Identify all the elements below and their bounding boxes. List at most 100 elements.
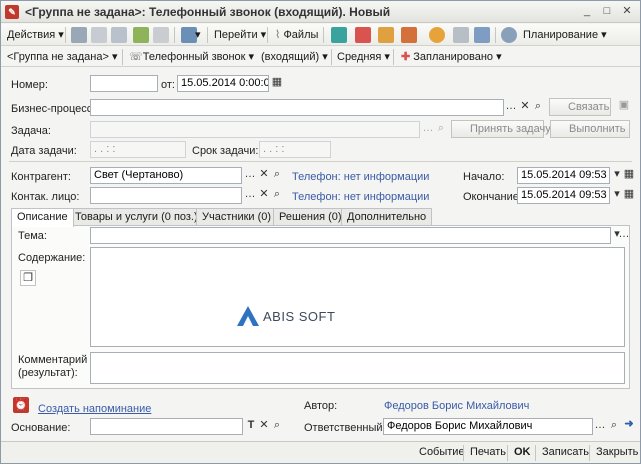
theme-field[interactable] bbox=[90, 227, 611, 244]
ellipsis-icon[interactable]: … bbox=[421, 121, 435, 138]
toolbar-separator bbox=[207, 27, 208, 43]
ellipsis-icon[interactable]: … bbox=[504, 99, 518, 116]
search-icon[interactable]: ⌕ bbox=[270, 167, 284, 184]
save-button[interactable]: Записать bbox=[542, 446, 589, 458]
create-reminder-link[interactable]: Создать напоминание bbox=[38, 403, 151, 415]
copy-icon[interactable] bbox=[91, 27, 107, 43]
accept-task-button[interactable]: Принять задачу bbox=[451, 120, 551, 138]
author-link[interactable]: Федоров Борис Михайлович bbox=[384, 400, 529, 412]
author-label: Автор: bbox=[304, 400, 338, 412]
basis-field[interactable] bbox=[90, 418, 243, 435]
minimize-button[interactable]: _ bbox=[578, 3, 596, 20]
search-icon[interactable]: ⌕ bbox=[270, 187, 284, 204]
search-icon[interactable]: ⌕ bbox=[434, 121, 448, 138]
direction-label: (входящий) bbox=[261, 51, 320, 63]
clear-icon[interactable]: ✕ bbox=[257, 418, 271, 435]
event-button[interactable]: Событие bbox=[419, 446, 465, 458]
tab-decisions[interactable]: Решения (0) bbox=[273, 208, 348, 226]
toolbar-separator bbox=[507, 445, 508, 461]
toolbar-separator bbox=[323, 27, 324, 43]
reminder-icon[interactable]: ⏰ bbox=[13, 397, 29, 413]
state-label: Запланировано bbox=[413, 51, 494, 63]
task-date-field[interactable]: . . : : bbox=[90, 141, 186, 158]
toolbar-separator bbox=[535, 445, 536, 461]
files-button[interactable]: ⌇ Файлы bbox=[275, 27, 318, 43]
planning-menu[interactable]: Планирование ▾ bbox=[523, 27, 607, 43]
goto-menu[interactable]: Перейти ▾ bbox=[214, 27, 266, 43]
toolbar-separator bbox=[174, 27, 175, 43]
chevron-down-icon: ▾ bbox=[58, 29, 64, 41]
close-window-button[interactable]: ✕ bbox=[618, 3, 636, 20]
start-date-field[interactable]: 15.05.2014 09:53 bbox=[517, 167, 610, 184]
responsible-field[interactable]: Федоров Борис Михайлович bbox=[383, 418, 593, 435]
direction-menu[interactable]: (входящий) ▾ bbox=[261, 49, 328, 65]
contractor-field[interactable]: Свет (Чертаново) bbox=[90, 167, 242, 184]
state-menu[interactable]: ✚ Запланировано ▾ bbox=[401, 49, 502, 65]
search-icon[interactable]: ⌕ bbox=[531, 99, 545, 116]
title-bar: ✎ <Группа не задана>: Телефонный звонок … bbox=[1, 1, 640, 23]
calendar-icon[interactable]: ▦ bbox=[622, 187, 636, 204]
clock-icon[interactable] bbox=[501, 27, 517, 43]
ellipsis-icon[interactable]: … bbox=[617, 227, 631, 244]
task-field[interactable] bbox=[90, 121, 420, 138]
logo-text: ABIS SOFT bbox=[263, 308, 336, 324]
from-label: от: bbox=[161, 79, 175, 91]
comment-field[interactable] bbox=[90, 352, 625, 384]
save-icon[interactable] bbox=[71, 27, 87, 43]
tab-additional[interactable]: Дополнительно bbox=[341, 208, 433, 226]
post-icon[interactable] bbox=[111, 27, 127, 43]
end-date-field[interactable]: 15.05.2014 09:53 bbox=[517, 187, 610, 204]
copy-icon[interactable]: ❐ bbox=[20, 270, 36, 286]
priority-menu[interactable]: Средняя ▾ bbox=[337, 49, 390, 65]
date-from-field[interactable]: 15.05.2014 0:00:00 bbox=[177, 75, 269, 92]
task-label: Задача: bbox=[11, 125, 51, 137]
ellipsis-icon[interactable]: … bbox=[593, 418, 607, 435]
clear-icon[interactable]: ✕ bbox=[518, 99, 532, 116]
group-menu[interactable]: <Группа не задана> ▾ bbox=[7, 49, 118, 65]
tab-participants[interactable]: Участники (0) bbox=[196, 208, 278, 226]
responsible-label: Ответственный: bbox=[304, 422, 386, 434]
calendar-icon[interactable]: ▦ bbox=[270, 75, 284, 92]
clear-icon[interactable]: ✕ bbox=[257, 187, 271, 204]
help-icon[interactable] bbox=[429, 27, 445, 43]
contact-field[interactable] bbox=[90, 187, 242, 204]
deadline-field[interactable]: . . : : bbox=[259, 141, 331, 158]
tab-goods[interactable]: Товары и услуги (0 поз.) bbox=[69, 208, 204, 226]
clear-icon[interactable]: ✕ bbox=[257, 167, 271, 184]
calendar-icon[interactable]: ▦ bbox=[622, 167, 636, 184]
chevron-down-icon: ▾ bbox=[111, 51, 118, 63]
delete-icon[interactable] bbox=[153, 27, 169, 43]
execute-button[interactable]: Выполнить bbox=[550, 120, 630, 138]
chevron-down-icon: ▾ bbox=[248, 51, 255, 63]
process-icon[interactable]: ▣ bbox=[617, 98, 631, 115]
new-icon[interactable] bbox=[133, 27, 149, 43]
event-type-menu[interactable]: ☏Телефонный звонок ▾ bbox=[129, 49, 254, 65]
content-editor[interactable]: ABIS SOFT bbox=[90, 247, 625, 347]
tab-description[interactable]: Описание bbox=[11, 208, 74, 227]
close-button[interactable]: Закрыть bbox=[596, 446, 638, 458]
maximize-button[interactable]: □ bbox=[598, 3, 616, 20]
number-field[interactable] bbox=[90, 75, 158, 92]
search-icon[interactable]: ⌕ bbox=[607, 418, 621, 435]
link-button[interactable]: Связать bbox=[549, 98, 611, 116]
checklist-icon[interactable] bbox=[474, 27, 490, 43]
ellipsis-icon[interactable]: … bbox=[243, 187, 257, 204]
assign-icon[interactable]: ➜ bbox=[621, 417, 637, 434]
ok-button[interactable]: OK bbox=[514, 446, 531, 458]
list-icon[interactable] bbox=[453, 27, 469, 43]
chevron-down-icon[interactable]: ▾ bbox=[195, 27, 201, 43]
contractor-label: Контрагент: bbox=[11, 171, 71, 183]
lock-icon[interactable] bbox=[378, 27, 394, 43]
phone-icon[interactable] bbox=[355, 27, 371, 43]
type-icon[interactable]: T bbox=[244, 418, 258, 435]
contact-phone-link[interactable]: Телефон: нет информации bbox=[292, 191, 429, 203]
phone-out-icon[interactable] bbox=[401, 27, 417, 43]
ellipsis-icon[interactable]: … bbox=[243, 167, 257, 184]
business-process-field[interactable] bbox=[90, 99, 504, 116]
print-button[interactable]: Печать bbox=[470, 446, 506, 458]
actions-menu[interactable]: Действия ▾ bbox=[7, 27, 64, 43]
contractor-phone-link[interactable]: Телефон: нет информации bbox=[292, 171, 429, 183]
camera-icon[interactable] bbox=[331, 27, 347, 43]
search-icon[interactable]: ⌕ bbox=[270, 418, 284, 435]
chevron-down-icon: ▾ bbox=[601, 29, 607, 41]
